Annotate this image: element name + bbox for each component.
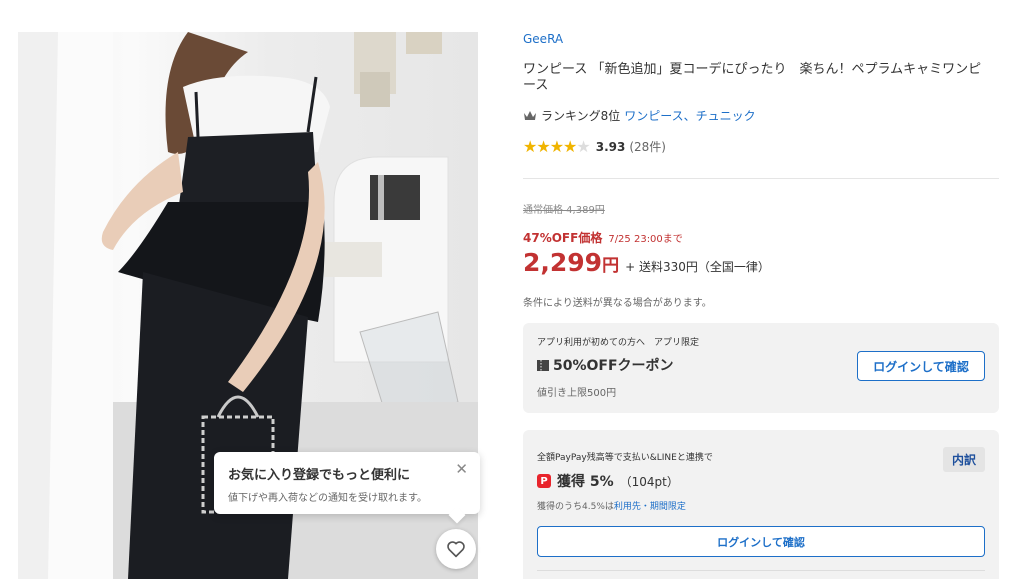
store-link[interactable]: GeeRA	[523, 32, 563, 46]
paypay-login-button[interactable]: ログインして確認	[537, 526, 985, 557]
sale-until: 7/25 23:00まで	[608, 234, 683, 245]
sale-row: 47%OFF価格 7/25 23:00まで	[523, 229, 683, 246]
price-row: 2,299円 + 送料330円（全国一律）	[523, 248, 770, 277]
favorite-button[interactable]	[436, 529, 476, 569]
ranking-category-link[interactable]: ワンピース、チュニック	[624, 107, 755, 124]
coupon-login-button[interactable]: ログインして確認	[857, 351, 985, 381]
review-count: (28件)	[629, 140, 666, 154]
paypay-points: （104pt）	[619, 474, 679, 489]
breakdown-button[interactable]: 内訳	[942, 447, 985, 472]
paypay-box: 全額PayPay残高等で支払い&LINEと連携で P 獲得 5% （104pt）…	[523, 430, 999, 579]
price-yen: 円	[602, 256, 620, 276]
coupon-icon	[537, 359, 549, 371]
favorite-tooltip: お気に入り登録でもっと便利に 値下げや再入荷などの通知を受け取れます。 ✕	[214, 452, 480, 514]
coupon-tag: アプリ利用が初めての方へ アプリ限定	[537, 338, 700, 348]
close-icon[interactable]: ✕	[455, 460, 468, 478]
heart-icon	[447, 541, 465, 558]
ranking-label: ランキング8位	[541, 109, 621, 123]
favorite-tooltip-body: 値下げや再入荷などの通知を受け取れます。	[228, 493, 427, 504]
product-title: ワンピース 「新色追加」夏コーデにぴったり 楽ちん！ペプラムキャミワンピース	[523, 62, 982, 93]
sale-price: 2,299	[523, 248, 603, 277]
shipping-note: 条件により送料が異なる場合があります。	[523, 298, 712, 309]
original-price: 通常価格 4,389円	[523, 205, 605, 216]
divider	[523, 178, 999, 179]
ranking: ランキング8位 ワンピース、チュニック	[523, 107, 756, 124]
coupon-limit: 値引き上限500円	[537, 388, 617, 399]
paypay-note-link[interactable]: 利用先・期間限定	[614, 502, 686, 512]
paypay-icon: P	[537, 474, 551, 488]
divider	[537, 570, 985, 571]
favorite-tooltip-title: お気に入り登録でもっと便利に	[228, 468, 411, 483]
shipping-fee: + 送料330円（全国一律）	[625, 260, 770, 274]
star-rating-icon: ★★★★★	[523, 137, 591, 156]
paypay-note-prefix: 獲得のうち4.5%は	[537, 502, 614, 512]
coupon-box: アプリ利用が初めての方へ アプリ限定 50%OFFクーポン 値引き上限500円 …	[523, 323, 999, 413]
crown-icon	[524, 111, 536, 120]
paypay-desc: 全額PayPay残高等で支払い&LINEと連携で	[537, 453, 713, 463]
paypay-earn-text: 獲得 5%	[557, 474, 614, 490]
rating-score: 3.93	[595, 139, 626, 154]
rating[interactable]: ★★★★★ 3.93 (28件)	[523, 137, 666, 156]
coupon-name-text: 50%OFFクーポン	[553, 358, 674, 374]
paypay-note: 獲得のうち4.5%は利用先・期間限定	[537, 499, 985, 512]
sale-label: 47%OFF価格	[523, 231, 603, 245]
paypay-earn: P 獲得 5% （104pt）	[537, 471, 985, 491]
